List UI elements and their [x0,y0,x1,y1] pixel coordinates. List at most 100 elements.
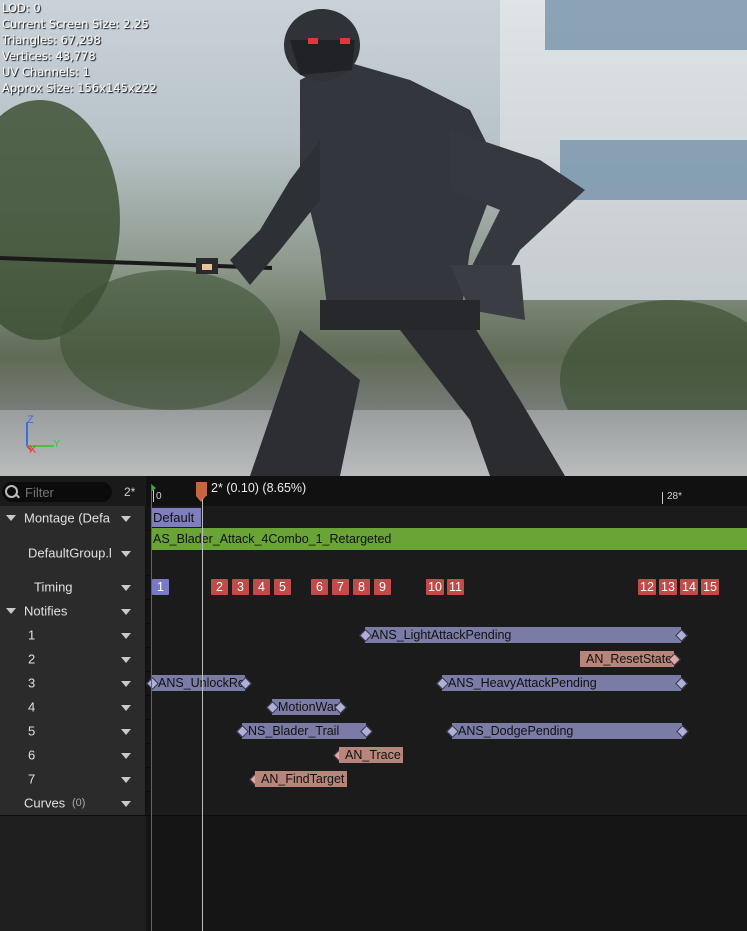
notify-track-row: 6 AN_Trace [0,743,747,768]
timing-marker[interactable]: 10 [426,579,444,595]
montage-label: Montage (Defa [24,510,110,526]
timing-row: Timing 1 2 3 4 5 6 7 8 9 10 11 12 13 14 … [0,575,747,600]
animation-segment[interactable]: AS_Blader_Attack_4Combo_1_Retargeted [151,528,747,550]
timing-marker[interactable]: 14 [680,579,698,595]
playhead-handle[interactable] [196,482,207,496]
notify-track-header[interactable]: 2 [0,647,146,671]
notify-track-row: 7 AN_FindTarget [0,767,747,792]
timing-header[interactable]: Timing [0,575,146,599]
filter-search-box[interactable] [2,482,112,502]
chevron-down-icon[interactable] [121,550,131,557]
timing-marker[interactable]: 2 [211,579,228,595]
notify-track-row: 2 AN_ResetState [0,647,747,672]
mesh-stats-overlay: LOD: 0 Current Screen Size: 2.25 Triangl… [2,0,157,96]
timing-marker[interactable]: 15 [701,579,719,595]
slot-label: DefaultGroup.l [28,545,112,560]
chevron-down-icon[interactable] [121,516,131,522]
notify-track-header[interactable]: 7 [0,767,146,791]
ruler-end-label: 28* [667,491,683,502]
curves-row: Curves (0) [0,791,747,816]
chevron-down-icon[interactable] [121,801,131,807]
notify-track-label: 1 [28,627,36,643]
uv-channels-stat: UV Channels: 1 [2,65,90,79]
notify-track-header[interactable]: 5 [0,719,146,743]
chevron-down-icon[interactable] [121,657,131,663]
vertices-stat: Vertices: 43,778 [2,49,96,63]
timing-track: 1 2 3 4 5 6 7 8 9 10 11 12 13 14 15 [151,575,747,599]
curves-count: (0) [72,797,86,809]
notifies-header[interactable]: Notifies [0,599,146,623]
notifies-label: Notifies [24,603,68,619]
axis-z-label: Z [27,414,34,426]
filter-input[interactable] [23,483,111,501]
notify-state-dodge-pending[interactable]: ANS_DodgePending [452,723,682,739]
search-icon-handle [15,493,20,499]
expand-triangle-icon[interactable] [6,608,16,614]
notify-track-row: 4 MotionWar [0,695,747,720]
montage-section-header[interactable]: Montage (Defa [0,506,146,530]
notify-state-light-attack-pending[interactable]: ANS_LightAttackPending [365,627,681,643]
timing-marker[interactable]: 11 [447,579,464,595]
chevron-down-icon[interactable] [121,777,131,783]
timing-marker[interactable]: 3 [232,579,249,595]
notify-track-label: 4 [28,699,36,715]
axis-y-label: Y [53,438,61,450]
slot-header[interactable]: DefaultGroup.l [0,530,146,575]
start-time-line [151,485,152,931]
timing-marker[interactable]: 1 [152,579,169,595]
slot-row: DefaultGroup.l AS_Blader_Attack_4Combo_1… [0,528,747,576]
chevron-down-icon[interactable] [121,681,131,687]
chevron-down-icon[interactable] [121,753,131,759]
notify-state-motion-warping[interactable]: MotionWar [272,699,340,715]
chevron-down-icon[interactable] [121,633,131,639]
timing-marker[interactable]: 12 [638,579,656,595]
notify-track-label: 3 [28,675,36,691]
scrub-label: 2* (0.10) (8.65%) [211,481,307,495]
timing-marker[interactable]: 5 [274,579,291,595]
curves-header[interactable]: Curves (0) [0,791,146,815]
notify-track-header[interactable]: 1 [0,623,146,647]
frame-badge: 2* [124,485,136,499]
notify-state-blader-trail[interactable]: NS_Blader_Trail [242,723,366,739]
notify-track-label: 2 [28,651,36,667]
montage-timeline[interactable]: 2* 0 28* 2* (0.10) (8.65%) Montage (Defa… [0,476,747,931]
axis-gizmo: Z X Y [18,414,68,458]
expand-triangle-icon[interactable] [6,515,16,521]
notify-state-unlock-rotation[interactable]: ANS_UnlockRo [152,675,245,691]
timeline-header: 2* 0 28* 2* (0.10) (8.65%) [0,476,747,506]
notify-reset-state[interactable]: AN_ResetState [580,651,674,667]
time-ruler[interactable]: 0 28* 2* (0.10) (8.65%) [151,476,747,506]
timing-marker[interactable]: 4 [253,579,270,595]
notifies-row: Notifies [0,599,747,624]
timing-marker[interactable]: 6 [311,579,328,595]
lod-stat: LOD: 0 [2,1,41,15]
notify-track-header[interactable]: 3 [0,671,146,695]
screen-size-stat: Current Screen Size: 2.25 [2,17,149,31]
notify-state-heavy-attack-pending[interactable]: ANS_HeavyAttackPending [442,675,681,691]
ruler-start-label: 0 [156,491,162,502]
triangles-stat: Triangles: 67,298 [2,33,101,47]
chevron-down-icon[interactable] [121,729,131,735]
timing-marker[interactable]: 7 [332,579,349,595]
chevron-down-icon[interactable] [121,609,131,615]
notify-track-row: 5 NS_Blader_Trail ANS_DodgePending [0,719,747,744]
chevron-down-icon[interactable] [121,705,131,711]
timing-marker[interactable]: 9 [374,579,391,595]
notify-track-row: 1 ANS_LightAttackPending [0,623,747,648]
notify-track-header[interactable]: 6 [0,743,146,767]
timing-label: Timing [34,579,73,595]
ruler-end-tick [662,492,663,504]
notify-track-header[interactable]: 4 [0,695,146,719]
notify-track-label: 5 [28,723,36,739]
section-default-block[interactable]: Default [151,508,201,527]
timing-marker[interactable]: 8 [353,579,370,595]
chevron-down-icon[interactable] [121,585,131,591]
notify-find-target[interactable]: AN_FindTarget [255,771,347,787]
playhead-handle-tip [196,496,206,502]
notify-trace[interactable]: AN_Trace [339,747,403,763]
timing-marker[interactable]: 13 [659,579,677,595]
playhead-line[interactable] [202,499,203,931]
3d-viewport[interactable]: LOD: 0 Current Screen Size: 2.25 Triangl… [0,0,747,476]
curves-label: Curves [24,795,66,811]
axis-x-label: X [29,444,37,456]
